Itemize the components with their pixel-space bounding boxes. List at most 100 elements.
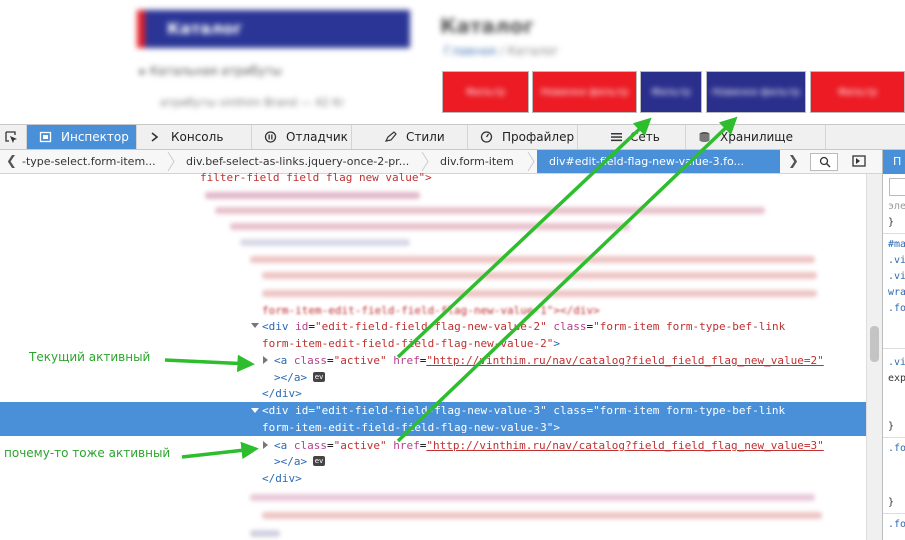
rule-divider [883, 348, 905, 349]
sidebar-filter-group[interactable]: ▸ Катальная атрибуты [140, 64, 282, 78]
breadcrumb-item-3[interactable]: div.form-item [440, 150, 514, 173]
rule-line: эле [888, 201, 905, 212]
blurred-markup-line [262, 290, 817, 297]
catalog-breadcrumb-home-link[interactable]: Главная [444, 44, 496, 58]
tab-debugger[interactable]: Отладчик [252, 125, 352, 149]
markup-node-div-value-2-cont[interactable]: form-item-edit-field-field-flag-new-valu… [262, 335, 560, 352]
tab-console[interactable]: Консоль [137, 125, 252, 149]
attr-value-link[interactable]: "http://vinthim.ru/nav/catalog?field_fie… [426, 354, 823, 367]
expand-toggle-icon[interactable] [251, 408, 259, 413]
filter-button-3[interactable]: Фильтр [640, 71, 702, 113]
rule-selector[interactable]: .fo [888, 302, 905, 316]
markup-node-a-close[interactable]: ></a> [274, 453, 307, 470]
rule-line: } [888, 217, 895, 228]
sidebar-filter-item[interactable]: атрибуты vinthim Brand — 42 Kr [160, 96, 344, 109]
blurred-markup-line [250, 256, 815, 263]
filter-button-label: Фильтр [651, 87, 691, 98]
element-picker-button[interactable] [0, 125, 27, 149]
attr-value-link[interactable]: "http://vinthim.ru/nav/catalog?field_fie… [426, 439, 823, 452]
rule-divider [883, 233, 905, 234]
blurred-markup-line [250, 530, 280, 537]
tab-storage[interactable]: Хранилище [686, 125, 826, 149]
tab-network[interactable]: Сеть [578, 125, 686, 149]
breadcrumb-item-1[interactable]: -type-select.form-item... [22, 150, 156, 173]
annotation-current-active: Текущий активный [29, 350, 151, 364]
filter-button-5[interactable]: Фильтр [810, 71, 905, 113]
tag-name: <a [274, 439, 288, 452]
search-html-button[interactable] [810, 153, 838, 171]
markup-node-a-value-2[interactable]: <a class="active" href="http://vinthim.r… [274, 352, 824, 369]
search-icon [819, 156, 831, 168]
filter-button-1[interactable]: Фильтр [442, 71, 529, 113]
markup-node-div-value-2[interactable]: <div id="edit-field-field-flag-new-value… [262, 318, 785, 335]
storage-icon [699, 132, 710, 142]
screenshot-root: Каталог Каталог Главная / Каталог ▸ Ката… [0, 0, 905, 540]
markup-line-top[interactable]: filter-field field flag new value"> [200, 169, 432, 186]
expand-toggle-icon[interactable] [251, 323, 259, 328]
attr-name: class [293, 439, 327, 452]
filter-button-label: Новинки фильтр [540, 87, 629, 98]
markup-node-a-close[interactable]: ></a> [274, 369, 307, 386]
rule-line: } [888, 421, 895, 432]
rules-filter-input[interactable] [889, 178, 905, 196]
markup-node-div-value-3-cont[interactable]: form-item-edit-field-field-flag-new-valu… [262, 419, 560, 436]
tab-label: Хранилище [720, 130, 793, 144]
breadcrumb-item-selected[interactable]: div#edit-field-flag-new-value-3.fo... [537, 150, 780, 173]
rule-selector[interactable]: .vi [888, 254, 905, 268]
attr-name: class [553, 320, 587, 333]
blurred-markup-line [205, 192, 420, 199]
event-badge-icon[interactable]: ev [313, 372, 325, 382]
event-badge-icon[interactable]: ev [313, 456, 325, 466]
site-header-banner[interactable]: Каталог [137, 10, 410, 48]
attr-value: "edit-field-field-flag-new-value-2" [315, 320, 547, 333]
scrollbar-thumb[interactable] [870, 326, 879, 362]
breadcrumb-separator-icon [167, 151, 175, 172]
markup-node-div-close[interactable]: </div> [262, 470, 302, 487]
element-picker-icon [5, 131, 17, 143]
markup-scrollbar[interactable] [866, 174, 882, 540]
filter-button-label: Фильтр [837, 87, 878, 98]
markup-node-div-value-3[interactable]: <div id="edit-field-field-flag-new-value… [262, 402, 785, 419]
console-icon [151, 132, 159, 142]
inspector-icon [39, 131, 52, 143]
tab-label: Инспектор [61, 130, 129, 144]
rule-selector[interactable]: #ma [888, 238, 905, 252]
markup-node-div-close[interactable]: </div> [262, 385, 302, 402]
style-editor-icon [384, 131, 397, 142]
blurred-markup-line [262, 512, 822, 519]
breadcrumb-scroll-right-icon[interactable]: ❯ [788, 154, 799, 169]
blurred-markup-line [250, 494, 815, 501]
filter-button-4[interactable]: Новинки фильтр [706, 71, 806, 113]
tab-style-editor[interactable]: Стили [352, 125, 468, 149]
blurred-markup-line [230, 223, 630, 230]
expand-toggle-icon[interactable] [263, 441, 268, 449]
tab-label: Консоль [171, 130, 224, 144]
tab-inspector[interactable]: Инспектор [27, 125, 137, 149]
tag-name: <div [262, 320, 289, 333]
rule-selector[interactable]: .vi [888, 270, 905, 284]
expand-toggle-icon[interactable] [263, 356, 268, 364]
rule-selector[interactable]: .fo [888, 518, 905, 532]
tab-label: Сеть [630, 130, 660, 144]
site-header-text: Каталог [167, 19, 243, 38]
attr-name: class [293, 354, 327, 367]
tab-rules[interactable]: П [883, 150, 905, 174]
catalog-breadcrumb-current: / Каталог [499, 44, 560, 58]
attr-value: "form-item form-type-bef-link [593, 320, 786, 333]
web-page-viewport: Каталог Каталог Главная / Каталог ▸ Ката… [0, 0, 905, 124]
rule-line: exp [888, 373, 905, 384]
toggle-sidebar-icon[interactable] [852, 154, 866, 168]
devtools-toolbar: Инспектор Консоль Отладчик Стили Профайл… [0, 124, 905, 150]
breadcrumb-scroll-left-icon[interactable]: ❮ [6, 154, 17, 169]
filter-button-label: Новинки фильтр [712, 87, 800, 98]
rule-selector[interactable]: .vi [888, 356, 905, 370]
catalog-breadcrumb: Главная / Каталог [444, 44, 559, 58]
tab-profiler[interactable]: Профайлер [468, 125, 578, 149]
attr-value: form-item-edit-field-field-flag-new-valu… [262, 337, 554, 350]
rule-selector[interactable]: .fo [888, 442, 905, 456]
blurred-markup-line [262, 272, 817, 279]
markup-node-selected[interactable]: <div id="edit-field-field-flag-new-value… [0, 402, 866, 436]
filter-button-2[interactable]: Новинки фильтр [532, 71, 637, 113]
markup-node-a-value-3[interactable]: <a class="active" href="http://vinthim.r… [274, 437, 824, 454]
rule-selector[interactable]: wra [888, 286, 905, 300]
